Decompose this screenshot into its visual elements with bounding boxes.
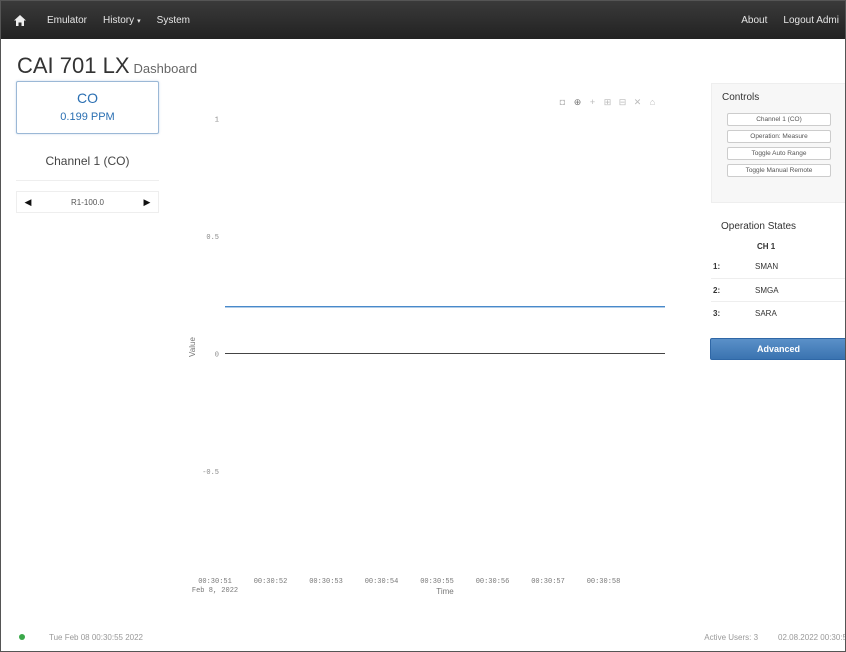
top-navbar: Emulator History ▾ System About Logout Ad… bbox=[1, 1, 845, 39]
gas-value: 0.199 PPM bbox=[60, 111, 115, 123]
active-users: Active Users: 3 bbox=[704, 633, 759, 642]
state-num: 3: bbox=[713, 308, 721, 318]
chart-modebar: ◘ ⊕ + ⊞ ⊟ ✕ ⌂ bbox=[557, 97, 658, 108]
nav-logout[interactable]: Logout Admi bbox=[775, 15, 845, 26]
toggle-manual-remote-button[interactable]: Toggle Manual Remote bbox=[727, 164, 831, 177]
footer-right: Active Users: 3 02.08.2022 00:30:5 bbox=[684, 633, 846, 642]
y-tick-label: 1 bbox=[215, 117, 219, 125]
y-axis-title: Value bbox=[188, 337, 197, 357]
connection-status-icon bbox=[19, 634, 25, 640]
y-tick-label: 0 bbox=[215, 352, 219, 360]
state-row: 2: SMGA bbox=[711, 278, 845, 301]
states-table: 1: SMAN 2: SMGA 3: SARA bbox=[711, 255, 845, 324]
controls-title: Controls bbox=[722, 92, 760, 103]
y-tick-label: -0.5 bbox=[202, 469, 219, 477]
status-footer: Tue Feb 08 00:30:55 2022 Active Users: 3… bbox=[1, 627, 846, 649]
range-value: R1-100.0 bbox=[71, 197, 104, 207]
state-value: SARA bbox=[755, 308, 777, 318]
app-window: Emulator History ▾ System About Logout Ad… bbox=[0, 0, 846, 652]
home-icon[interactable] bbox=[11, 11, 29, 29]
state-row: 1: SMAN bbox=[711, 255, 845, 278]
x-tick-label: 00:30:52 bbox=[254, 578, 288, 586]
zoom-icon[interactable]: ⊕ bbox=[572, 97, 583, 108]
advanced-button[interactable]: Advanced bbox=[710, 338, 845, 360]
x-date-label: Feb 8, 2022 bbox=[192, 587, 238, 595]
nav-history[interactable]: History ▾ bbox=[95, 15, 149, 26]
nav-emulator[interactable]: Emulator bbox=[39, 15, 95, 26]
nav-history-label: History bbox=[103, 14, 135, 26]
operation-button[interactable]: Operation: Measure bbox=[727, 130, 831, 143]
x-tick-label: 00:30:51 bbox=[198, 578, 232, 586]
x-tick-label: 00:30:57 bbox=[531, 578, 565, 586]
state-row: 3: SARA bbox=[711, 301, 845, 324]
state-num: 2: bbox=[713, 285, 721, 295]
pan-icon[interactable]: + bbox=[587, 97, 598, 108]
channel-button[interactable]: Channel 1 (CO) bbox=[727, 113, 831, 126]
x-axis-title: Time bbox=[436, 587, 454, 596]
autoscale-icon[interactable]: ✕ bbox=[632, 97, 643, 108]
value-time-chart[interactable]: 1 0.5 0 -0.5 00:30:51 00:30:52 00:30:53 00:30:5… bbox=[173, 85, 685, 605]
range-selector: ◀ R1-100.0 ▶ bbox=[16, 191, 159, 213]
states-column-header: CH 1 bbox=[757, 242, 776, 251]
channel-label: Channel 1 (CO) bbox=[16, 141, 159, 181]
nav-system[interactable]: System bbox=[149, 15, 198, 26]
range-prev-button[interactable]: ◀ bbox=[17, 197, 39, 208]
controls-list: Channel 1 (CO) Operation: Measure Toggle… bbox=[712, 113, 845, 177]
footer-right-timestamp: 02.08.2022 00:30:5 bbox=[778, 633, 846, 642]
nav-right-group: About Logout Admi bbox=[733, 15, 845, 26]
state-value: SMAN bbox=[755, 262, 779, 271]
x-tick-label: 00:30:55 bbox=[420, 578, 454, 586]
controls-panel: Controls Channel 1 (CO) Operation: Measu… bbox=[711, 83, 845, 203]
gas-name: CO bbox=[77, 90, 98, 106]
x-tick-label: 00:30:58 bbox=[587, 578, 621, 586]
zoom-out-icon[interactable]: ⊟ bbox=[617, 97, 628, 108]
y-tick-label: 0.5 bbox=[206, 234, 219, 242]
range-next-button[interactable]: ▶ bbox=[136, 197, 158, 208]
zoom-in-icon[interactable]: ⊞ bbox=[602, 97, 613, 108]
x-tick-label: 00:30:56 bbox=[476, 578, 510, 586]
operation-states-panel: Operation States CH 1 1: SMAN 2: SMGA 3:… bbox=[711, 209, 845, 329]
x-tick-label: 00:30:54 bbox=[365, 578, 399, 586]
x-tick-label: 00:30:53 bbox=[309, 578, 343, 586]
operation-states-title: Operation States bbox=[721, 221, 797, 232]
gas-reading-card[interactable]: CO 0.199 PPM bbox=[16, 81, 159, 134]
toggle-auto-range-button[interactable]: Toggle Auto Range bbox=[727, 147, 831, 160]
page-subtitle: Dashboard bbox=[133, 61, 198, 76]
page-title: CAI 701 LX Dashboard bbox=[17, 53, 197, 79]
page-title-text: CAI 701 LX bbox=[17, 53, 130, 78]
nav-about[interactable]: About bbox=[733, 15, 775, 26]
chevron-down-icon: ▾ bbox=[137, 17, 141, 25]
footer-timestamp: Tue Feb 08 00:30:55 2022 bbox=[49, 633, 143, 642]
state-num: 1: bbox=[713, 262, 721, 271]
state-value: SMGA bbox=[755, 285, 779, 295]
camera-icon[interactable]: ◘ bbox=[557, 97, 568, 108]
reset-icon[interactable]: ⌂ bbox=[647, 97, 658, 108]
